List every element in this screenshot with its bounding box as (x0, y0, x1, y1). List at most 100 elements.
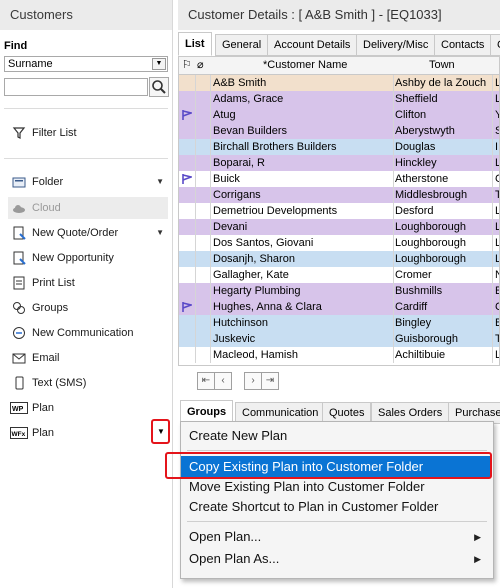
svg-text:WFx: WFx (12, 431, 26, 438)
sidebar-item-folder[interactable]: Folder ▼ (8, 171, 168, 193)
table-row[interactable]: Juskevic Guisborough T (179, 331, 499, 347)
cell-extra: I (495, 141, 499, 153)
table-row[interactable]: Dos Santos, Giovani Loughborough L (179, 235, 499, 251)
sidebar-item-new-quote-order[interactable]: New Quote/Order ▼ (8, 222, 168, 244)
cloud-icon (13, 205, 25, 213)
cell-customer-name: Birchall Brothers Builders (213, 141, 337, 153)
sidebar-item-groups[interactable]: Groups (8, 297, 168, 319)
find-label: Find (4, 40, 28, 52)
column-header-customer-name[interactable]: *Customer Name (263, 59, 347, 71)
cell-town: Ashby de la Zouch (395, 77, 487, 89)
table-row[interactable]: Bevan Builders Aberystwyth S (179, 123, 499, 139)
flag-icon[interactable] (182, 174, 192, 184)
chevron-down-icon[interactable]: ▼ (152, 58, 166, 70)
cell-town: Desford (395, 205, 434, 217)
print-list-icon (13, 276, 25, 290)
first-page-button[interactable]: ⇤ (197, 372, 215, 390)
previous-page-button[interactable]: ‹ (214, 372, 232, 390)
groups-icon (13, 302, 25, 314)
table-row[interactable]: Hughes, Anna & Clara Cardiff C (179, 299, 499, 315)
filter-list-button[interactable]: Filter List (8, 122, 168, 144)
new-opportunity-icon (13, 251, 26, 265)
tab-more[interactable]: C (490, 34, 500, 56)
chevron-down-icon[interactable]: ▼ (157, 427, 165, 436)
tab-list[interactable]: List (178, 32, 212, 56)
cell-customer-name: Macleod, Hamish (213, 349, 298, 361)
cell-town: Loughborough (395, 253, 466, 265)
cell-town: Achiltibuie (395, 349, 446, 361)
submenu-arrow-icon: ▶ (474, 532, 481, 542)
search-input[interactable] (4, 78, 148, 96)
cell-customer-name: Buick (213, 173, 240, 185)
sidebar-item-print-list[interactable]: Print List (8, 272, 168, 294)
menu-item-create-shortcut[interactable]: Create Shortcut to Plan in Customer Fold… (189, 499, 438, 514)
customers-sidebar: Customers Find Surname ▼ Filter List Fol… (0, 0, 173, 588)
attachment-column-icon[interactable]: ⌀ (197, 58, 204, 71)
chevron-down-icon[interactable]: ▼ (156, 171, 164, 193)
sidebar-item-label: New Quote/Order (32, 227, 119, 239)
sidebar-item-label: New Opportunity (32, 252, 114, 264)
plan-context-menu: Create New Plan Copy Existing Plan into … (180, 421, 494, 579)
menu-item-move-existing-plan[interactable]: Move Existing Plan into Customer Folder (189, 479, 425, 494)
table-row[interactable]: Atug Clifton Y (179, 107, 499, 123)
plan-dropdown-callout[interactable]: ▼ (151, 419, 170, 444)
table-row[interactable]: Corrigans Middlesbrough T (179, 187, 499, 203)
table-row[interactable]: Birchall Brothers Builders Douglas I (179, 139, 499, 155)
column-header-town[interactable]: Town (429, 59, 455, 71)
sidebar-item-label: Plan (32, 402, 55, 414)
table-row[interactable]: Dosanjh, Sharon Loughborough L (179, 251, 499, 267)
table-row[interactable]: Hutchinson Bingley B (179, 315, 499, 331)
table-row[interactable]: Hegarty Plumbing Bushmills E (179, 283, 499, 299)
menu-item-open-plan[interactable]: Open Plan... (189, 529, 261, 544)
sidebar-item-plan-wfx[interactable]: WFx Plan (8, 422, 168, 444)
search-field-select[interactable]: Surname ▼ (4, 56, 168, 72)
menu-item-create-new-plan[interactable]: Create New Plan (189, 428, 287, 443)
chevron-down-icon[interactable]: ▼ (156, 222, 164, 244)
tab-delivery-misc[interactable]: Delivery/Misc (356, 34, 436, 56)
tab-general[interactable]: General (215, 34, 269, 56)
sidebar-item-email[interactable]: Email (8, 347, 168, 369)
sidebar-item-text-sms[interactable]: Text (SMS) (8, 372, 168, 394)
cell-town: Middlesbrough (395, 189, 468, 201)
cell-customer-name: Dos Santos, Giovani (213, 237, 314, 249)
sidebar-item-label: Print List (32, 277, 75, 289)
cell-town: Bushmills (395, 285, 443, 297)
last-page-button[interactable]: ⇥ (261, 372, 279, 390)
menu-item-open-plan-as[interactable]: Open Plan As... (189, 551, 279, 566)
next-page-button[interactable]: › (244, 372, 262, 390)
cell-town: Atherstone (395, 173, 449, 185)
cell-customer-name: Bevan Builders (213, 125, 287, 137)
flag-icon[interactable] (182, 302, 192, 312)
cell-town: Cromer (395, 269, 432, 281)
cell-extra: L (495, 251, 499, 267)
phone-icon (15, 376, 24, 390)
table-row[interactable]: Devani Loughborough L (179, 219, 499, 235)
table-row[interactable]: Demetriou Developments Desford L (179, 203, 499, 219)
filter-list-label: Filter List (32, 127, 77, 139)
table-row[interactable]: Macleod, Hamish Achiltibuie L (179, 347, 499, 363)
flag-icon[interactable] (182, 110, 192, 120)
table-row[interactable]: Gallagher, Kate Cromer N (179, 267, 499, 283)
cell-customer-name: Atug (213, 109, 236, 121)
cell-town: Bingley (395, 317, 432, 329)
svg-text:WP: WP (12, 406, 24, 413)
sidebar-item-cloud[interactable]: Cloud (8, 197, 168, 219)
sidebar-item-new-opportunity[interactable]: New Opportunity (8, 247, 168, 269)
submenu-arrow-icon: ▶ (474, 554, 481, 564)
sidebar-title: Customers (0, 0, 172, 30)
table-row[interactable]: Adams, Grace Sheffield L (179, 91, 499, 107)
new-communication-icon (13, 327, 25, 339)
table-row[interactable]: A&B Smith Ashby de la Zouch L (179, 75, 499, 91)
tab-account-details[interactable]: Account Details (267, 34, 358, 56)
cell-extra: T (495, 331, 499, 347)
cell-town: Hinckley (395, 157, 437, 169)
cell-extra: S (495, 123, 499, 139)
sidebar-item-plan-wp[interactable]: WP Plan (8, 397, 168, 419)
flag-column-icon[interactable]: ⚐ (182, 58, 192, 71)
table-row[interactable]: Buick Atherstone C (179, 171, 499, 187)
search-button[interactable] (149, 77, 169, 97)
table-row[interactable]: Boparai, R Hinckley L (179, 155, 499, 171)
tab-contacts[interactable]: Contacts (434, 34, 492, 56)
cell-customer-name: Hegarty Plumbing (213, 285, 301, 297)
sidebar-item-new-communication[interactable]: New Communication (8, 322, 168, 344)
